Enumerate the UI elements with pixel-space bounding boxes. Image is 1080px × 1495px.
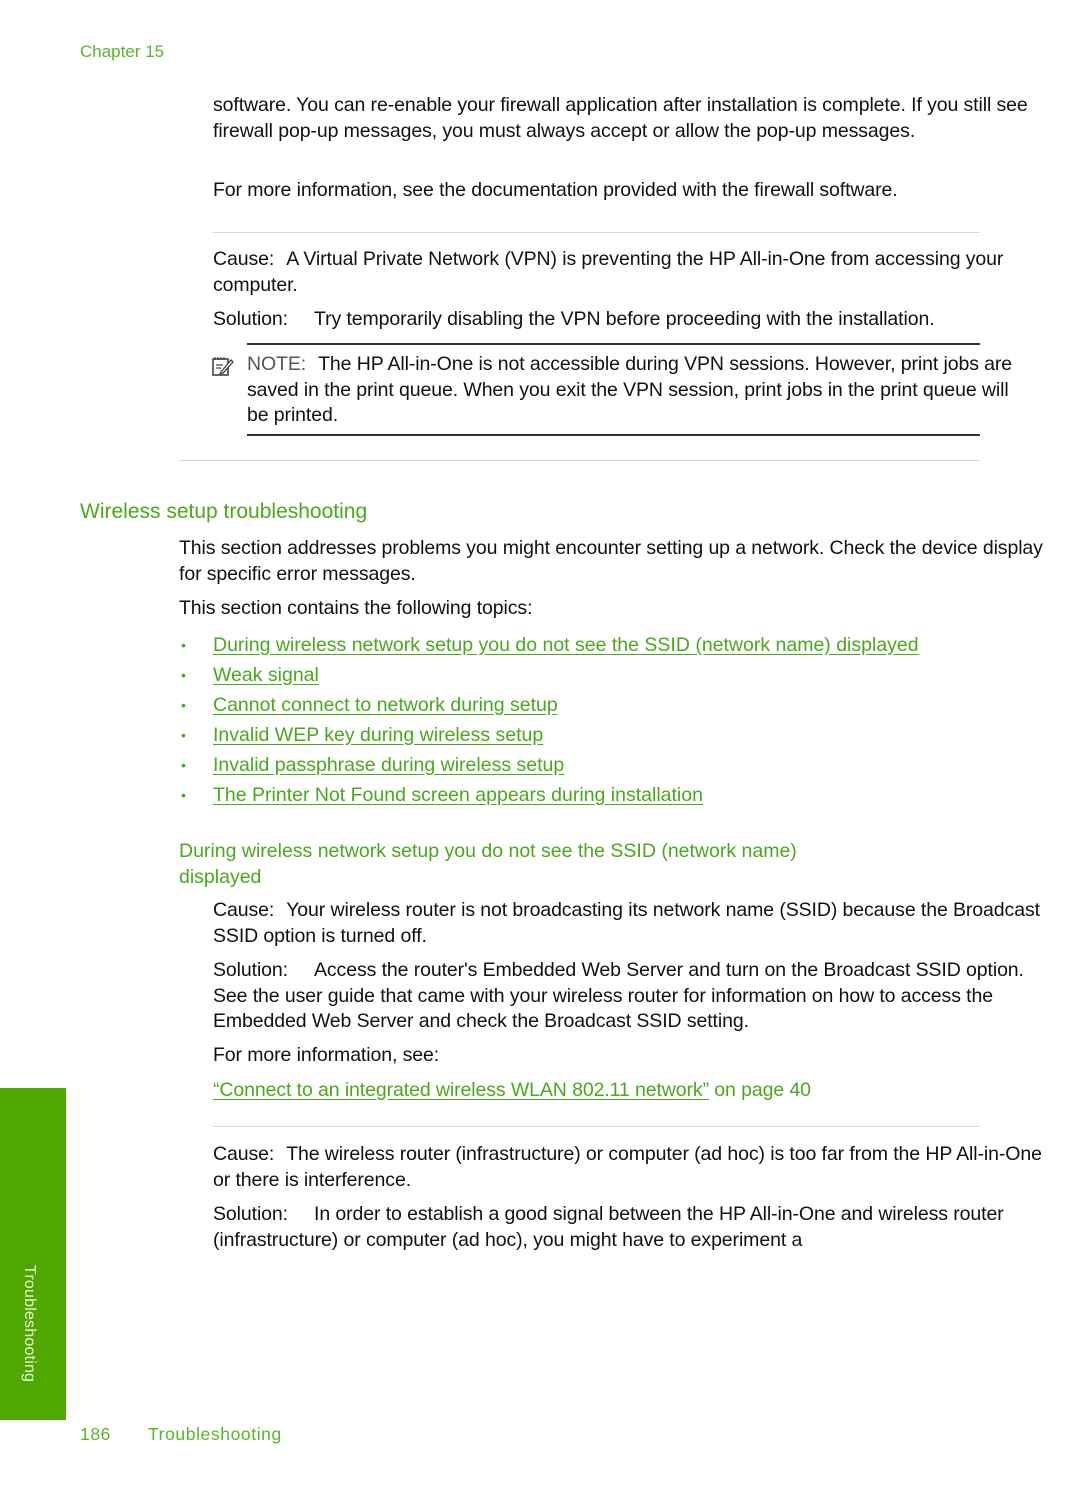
topic-link-cannot-connect[interactable]: Cannot connect to network during setup [213, 694, 558, 717]
solution-text: In order to establish a good signal betw… [213, 1203, 1004, 1251]
note-label: NOTE: [247, 353, 307, 375]
bullet-icon: • [181, 697, 186, 713]
solution-label: Solution: [213, 959, 288, 981]
solution-label: Solution: [213, 308, 288, 330]
cause-label: Cause: [213, 899, 275, 921]
cause-label: Cause: [213, 1143, 275, 1165]
topic-link-ssid[interactable]: During wireless network setup you do not… [213, 634, 919, 657]
cause-text: A Virtual Private Network (VPN) is preve… [213, 248, 1004, 296]
ssid-solution: Solution: Access the router's Embedded We… [213, 958, 1043, 1035]
bullet-icon: • [181, 637, 186, 653]
connect-wlan-link[interactable]: “Connect to an integrated wireless WLAN … [213, 1079, 709, 1101]
list-item: • Invalid WEP key during wireless setup [179, 720, 1059, 750]
bullet-icon: • [181, 667, 186, 683]
list-item: • Invalid passphrase during wireless setu… [179, 750, 1059, 780]
more-info-text: For more information, see: [213, 1044, 440, 1066]
cause-text: Your wireless router is not broadcasting… [213, 899, 1040, 947]
page-number: 186 [80, 1424, 111, 1444]
note-top-rule [247, 343, 980, 345]
side-tab-label: Troubleshooting [21, 1265, 38, 1383]
list-item: • Weak signal [179, 660, 1059, 690]
note-bottom-rule [247, 434, 980, 436]
list-item: • The Printer Not Found screen appears du… [179, 780, 1059, 810]
page-reference: on page 40 [708, 1079, 811, 1101]
divider [213, 1126, 980, 1127]
cause-label: Cause: [213, 248, 275, 270]
ssid-cause: Cause: Your wireless router is not broadc… [213, 898, 1043, 949]
list-item: • During wireless network setup you do no… [179, 630, 1059, 660]
cross-reference: “Connect to an integrated wireless WLAN … [213, 1078, 1048, 1104]
firewall-more-info: For more information, see the documentat… [213, 179, 898, 201]
vpn-solution: Solution: Try temporarily disabling the V… [213, 307, 1048, 333]
section-heading: Wireless setup troubleshooting [80, 500, 368, 523]
vpn-cause: Cause: A Virtual Private Network (VPN) is… [213, 247, 1013, 298]
topic-link-invalid-passphrase[interactable]: Invalid passphrase during wireless setup [213, 754, 564, 777]
list-item: • Cannot connect to network during setup [179, 690, 1059, 720]
subsection-heading: During wireless network setup you do not… [179, 840, 797, 888]
note-text: The HP All-in-One is not accessible duri… [247, 353, 1013, 426]
section-intro: This section addresses problems you migh… [179, 537, 1043, 585]
bullet-icon: • [181, 757, 186, 773]
topics-intro: This section contains the following topi… [179, 597, 533, 619]
topic-link-printer-not-found[interactable]: The Printer Not Found screen appears dur… [213, 784, 703, 807]
topic-link-weak-signal[interactable]: Weak signal [213, 664, 319, 687]
chapter-label: Chapter 15 [80, 42, 165, 61]
signal-cause: Cause: The wireless router (infrastructur… [213, 1142, 1043, 1193]
vpn-note: NOTE: The HP All-in-One is not accessible… [247, 352, 1027, 429]
solution-label: Solution: [213, 1203, 288, 1225]
firewall-paragraph: software. You can re-enable your firewal… [213, 94, 1028, 142]
bullet-icon: • [181, 727, 186, 743]
signal-solution: Solution: In order to establish a good si… [213, 1202, 1048, 1253]
footer-section: Troubleshooting [148, 1424, 282, 1444]
solution-text: Try temporarily disabling the VPN before… [314, 308, 935, 330]
page-footer: 186 Troubleshooting [80, 1424, 282, 1445]
bullet-icon: • [181, 787, 186, 803]
solution-text: Access the router's Embedded Web Server … [213, 959, 1024, 1032]
divider [179, 460, 980, 461]
cause-text: The wireless router (infrastructure) or … [213, 1143, 1042, 1191]
topics-list: • During wireless network setup you do no… [179, 630, 1059, 810]
note-pencil-icon [212, 357, 234, 376]
divider [213, 232, 980, 233]
topic-link-invalid-wep[interactable]: Invalid WEP key during wireless setup [213, 724, 543, 747]
